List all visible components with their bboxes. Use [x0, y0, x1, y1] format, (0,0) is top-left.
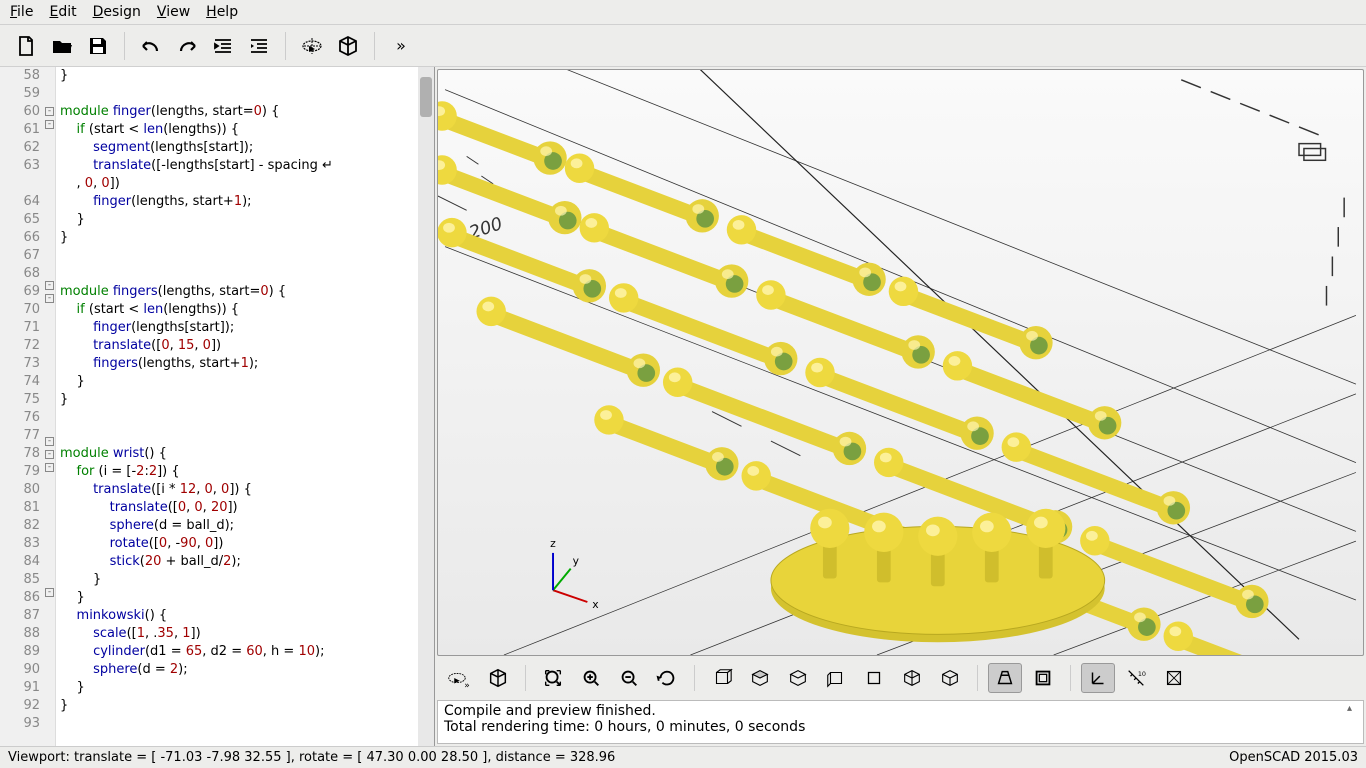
console-scroll-up-icon[interactable]: ▴	[1347, 703, 1361, 717]
toolbar: »	[0, 25, 1366, 67]
vt-view-top-button[interactable]	[743, 663, 777, 693]
vt-separator	[525, 665, 526, 691]
vt-show-scale-button[interactable]: 10	[1119, 663, 1153, 693]
vt-zoom-in-button[interactable]	[574, 663, 608, 693]
svg-text:x: x	[592, 598, 599, 611]
toolbar-separator	[374, 32, 375, 60]
toolbar-overflow-button[interactable]: »	[385, 30, 417, 62]
console[interactable]: Compile and preview finished. Total rend…	[437, 700, 1364, 744]
vt-show-crosshair-button[interactable]	[1157, 663, 1191, 693]
vt-view-right-button[interactable]	[705, 663, 739, 693]
vt-perspective-button[interactable]	[988, 663, 1022, 693]
preview-button[interactable]	[296, 30, 328, 62]
menu-file[interactable]: File	[10, 4, 33, 20]
undo-button[interactable]	[135, 30, 167, 62]
menu-design[interactable]: Design	[93, 4, 141, 20]
toolbar-separator	[124, 32, 125, 60]
status-viewport-info: Viewport: translate = [ -71.03 -7.98 32.…	[8, 750, 615, 765]
render-button[interactable]	[332, 30, 364, 62]
vt-view-bottom-button[interactable]	[781, 663, 815, 693]
viewport-3d[interactable]: 200	[437, 69, 1364, 656]
unindent-button[interactable]	[207, 30, 239, 62]
statusbar: Viewport: translate = [ -71.03 -7.98 32.…	[0, 746, 1366, 768]
console-line: Compile and preview finished.	[444, 703, 1357, 719]
vt-separator	[1070, 665, 1071, 691]
axis-indicator: x y z	[550, 537, 599, 611]
vt-separator	[977, 665, 978, 691]
open-button[interactable]	[46, 30, 78, 62]
vt-view-front-button[interactable]	[857, 663, 891, 693]
view-toolbar: » 10	[435, 658, 1366, 698]
vt-view-left-button[interactable]	[819, 663, 853, 693]
vt-orthogonal-button[interactable]	[1026, 663, 1060, 693]
toolbar-separator	[285, 32, 286, 60]
vt-separator	[694, 665, 695, 691]
vt-render-button[interactable]	[481, 663, 515, 693]
menu-help[interactable]: Help	[206, 4, 238, 20]
view-pane: 200	[435, 67, 1366, 746]
svg-text:10: 10	[1138, 670, 1146, 678]
vt-zoom-fit-button[interactable]	[536, 663, 570, 693]
editor-scrollbar[interactable]	[418, 67, 434, 746]
vt-reset-view-button[interactable]	[650, 663, 684, 693]
vt-view-diagonal-button[interactable]	[933, 663, 967, 693]
vt-show-axes-button[interactable]	[1081, 663, 1115, 693]
editor-pane: 5859606162636465666768697071727374757677…	[0, 67, 435, 746]
redo-button[interactable]	[171, 30, 203, 62]
code-editor[interactable]: 5859606162636465666768697071727374757677…	[0, 67, 434, 746]
svg-text:z: z	[550, 537, 556, 550]
vt-zoom-out-button[interactable]	[612, 663, 646, 693]
new-button[interactable]	[10, 30, 42, 62]
save-button[interactable]	[82, 30, 114, 62]
main-area: 5859606162636465666768697071727374757677…	[0, 67, 1366, 746]
menubar: File Edit Design View Help	[0, 0, 1366, 25]
svg-text:y: y	[573, 555, 580, 568]
menu-edit[interactable]: Edit	[49, 4, 76, 20]
console-line: Total rendering time: 0 hours, 0 minutes…	[444, 719, 1357, 735]
indent-button[interactable]	[243, 30, 275, 62]
status-version: OpenSCAD 2015.03	[1229, 750, 1358, 765]
menu-view[interactable]: View	[157, 4, 190, 20]
vt-preview-button[interactable]: »	[443, 663, 477, 693]
vt-view-back-button[interactable]	[895, 663, 929, 693]
